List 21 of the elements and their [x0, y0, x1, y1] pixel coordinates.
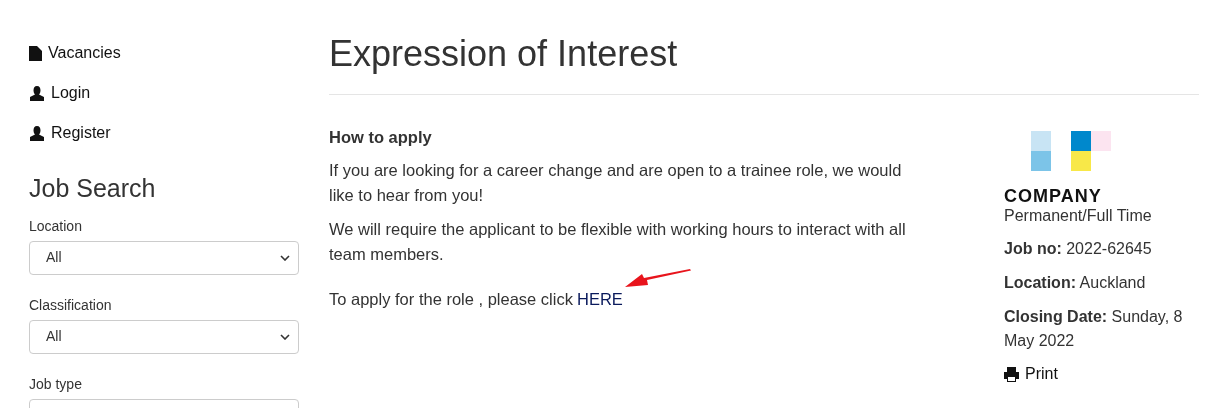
- filter-label: Job type: [29, 374, 83, 394]
- paragraph: If you are looking for a career change and are open to a trainee role, we would like to hear from you!: [329, 160, 903, 206]
- page-title: Expression of Interest: [329, 32, 1199, 95]
- job-detail: Closing Date: Sunday, 8 May 2022: [1004, 307, 1184, 351]
- filter-select[interactable]: All: [29, 319, 299, 354]
- employment-type: Permanent/Full Time: [1004, 206, 1153, 226]
- apply-link[interactable]: HERE: [576, 287, 623, 312]
- paragraph: We will require the applicant to be flexible with working hours to interact with all team members.: [329, 219, 907, 265]
- nav-link[interactable]: Login: [29, 82, 299, 104]
- filter-label: Location: [29, 216, 83, 236]
- filter-label: Classification: [29, 295, 113, 315]
- job-detail: Location: Auckland: [1004, 273, 1147, 293]
- nav-link[interactable]: Vacancies: [29, 42, 299, 64]
- sidebar-heading: Job Search: [29, 173, 157, 204]
- filter-select[interactable]: All: [29, 240, 299, 275]
- nav-link[interactable]: Register: [29, 122, 299, 144]
- apply-text: To apply for the role , please click: [329, 289, 573, 310]
- section-heading: How to apply: [329, 127, 433, 148]
- company-name: COMPANY: [1004, 187, 1103, 205]
- job-detail: Job no: 2022-62645: [1004, 239, 1153, 259]
- print-link[interactable]: Print: [1004, 362, 1194, 386]
